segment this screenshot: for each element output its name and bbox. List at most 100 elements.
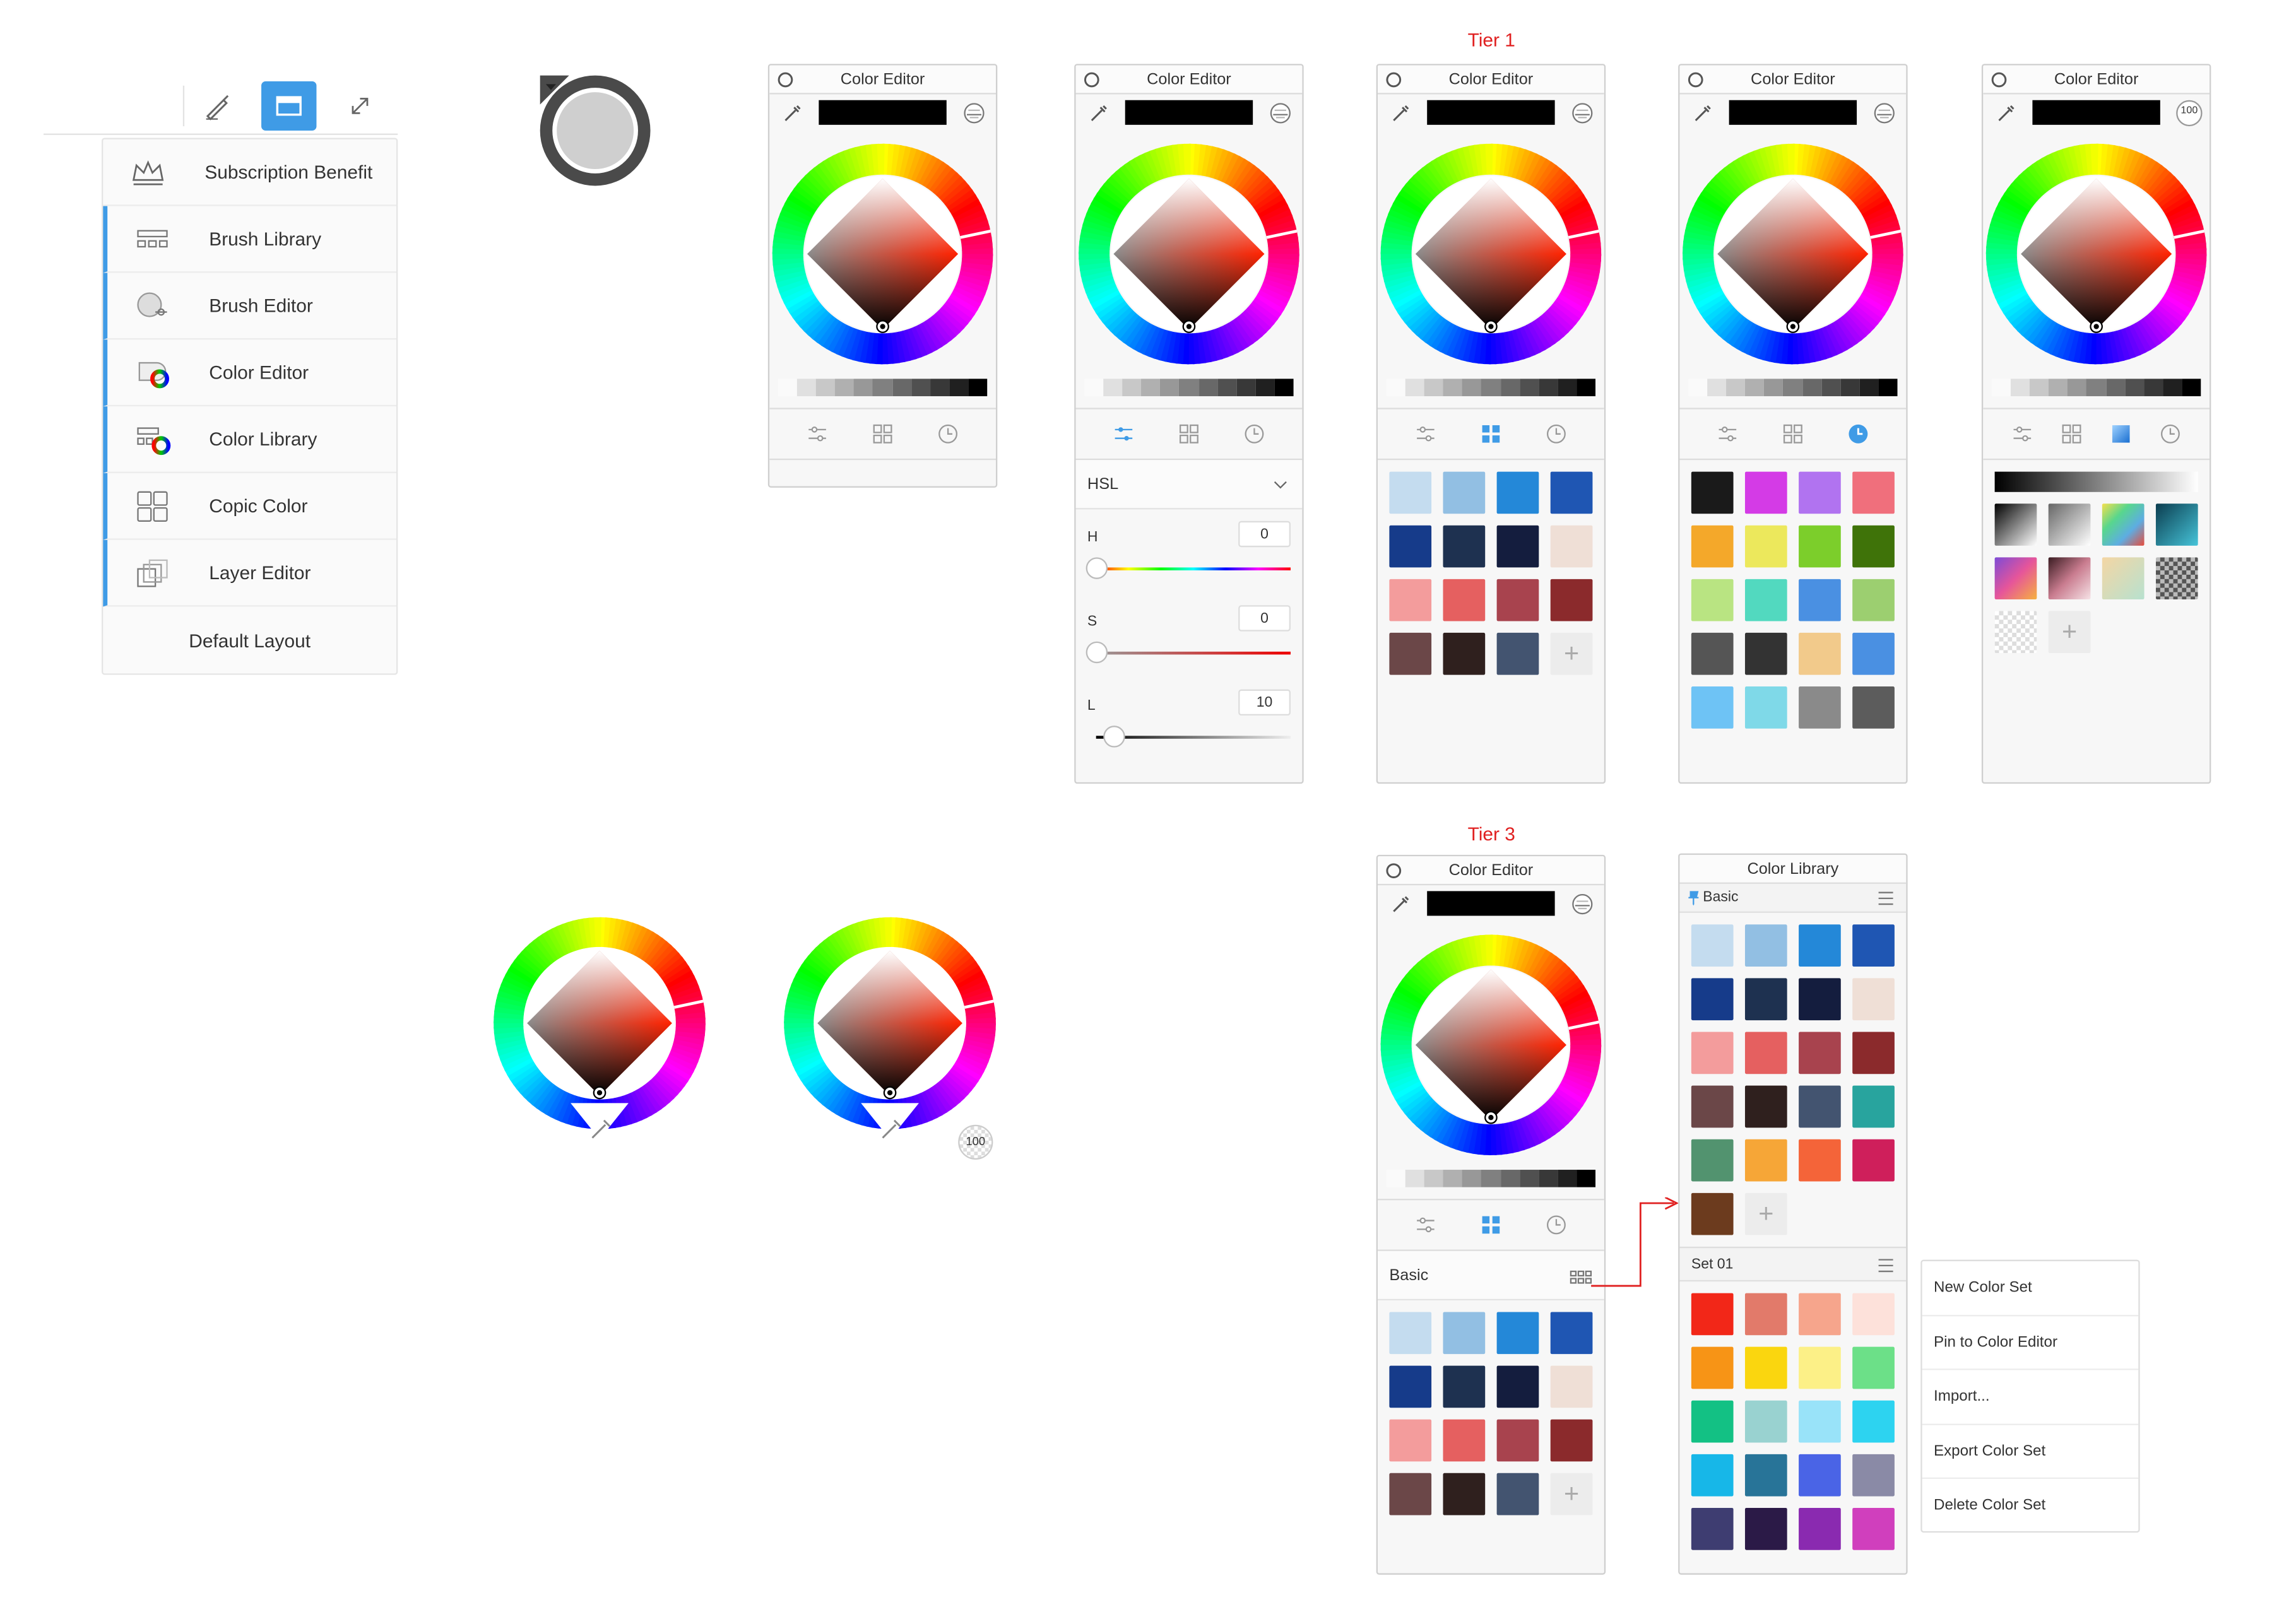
gradient-swatch[interactable] (2048, 557, 2091, 600)
color-wheel[interactable] (769, 132, 996, 375)
gray-swatch[interactable] (2163, 379, 2182, 396)
gray-swatch[interactable] (1538, 1170, 1558, 1187)
color-swatch[interactable] (1799, 579, 1841, 621)
gray-swatch[interactable] (1405, 1170, 1425, 1187)
gray-swatch[interactable] (1500, 1170, 1520, 1187)
color-swatch[interactable] (1744, 1346, 1787, 1389)
color-swatch[interactable] (1496, 579, 1539, 621)
color-set-selector[interactable]: Basic (1377, 1250, 1604, 1301)
eyedropper-icon[interactable] (1391, 894, 1411, 914)
gray-swatch[interactable] (2030, 379, 2049, 396)
color-swatch[interactable] (1744, 924, 1787, 967)
export-color-set-item[interactable]: Export Color Set (1922, 1425, 2139, 1480)
gray-swatch[interactable] (1274, 379, 1294, 396)
color-swatch[interactable] (1744, 1508, 1787, 1550)
gray-swatch[interactable] (1386, 379, 1405, 396)
hue-ring-svg[interactable] (781, 914, 999, 1132)
color-swatch[interactable] (1799, 924, 1841, 967)
hue-knob[interactable] (1086, 557, 1108, 579)
color-swatch[interactable] (1852, 1085, 1895, 1128)
lightness-value-field[interactable]: 10 (1238, 689, 1291, 716)
color-swatch[interactable] (1691, 924, 1734, 967)
color-swatch[interactable] (1691, 1192, 1734, 1235)
gray-swatch[interactable] (2182, 379, 2201, 396)
hue-ring-svg[interactable] (491, 914, 709, 1132)
gray-swatch[interactable] (816, 379, 836, 396)
gradient-preview-bar[interactable] (1994, 471, 2198, 492)
color-mode-toggle-icon[interactable] (1571, 102, 1594, 125)
add-gradient-button[interactable]: + (2048, 611, 2091, 654)
eyedropper-icon[interactable] (1391, 103, 1411, 123)
color-swatch[interactable] (1496, 471, 1539, 514)
add-color-button[interactable]: + (1550, 632, 1593, 675)
new-color-set-item[interactable]: New Color Set (1922, 1261, 2139, 1316)
grayscale-strip[interactable] (1386, 1167, 1596, 1190)
gray-swatch[interactable] (2105, 379, 2125, 396)
color-swatch[interactable] (1691, 525, 1734, 568)
color-swatch[interactable] (1799, 632, 1841, 675)
color-swatch[interactable] (1691, 471, 1734, 514)
gray-swatch[interactable] (1103, 379, 1123, 396)
color-swatch[interactable] (1496, 1473, 1539, 1515)
color-swatch[interactable] (1799, 1139, 1841, 1182)
opacity-badge[interactable]: 100 (2176, 100, 2203, 127)
menu-item-brush-library[interactable]: Brush Library (103, 206, 396, 273)
panel-handle-icon[interactable] (1991, 71, 2008, 89)
color-mode-toggle-icon[interactable] (1571, 893, 1594, 916)
current-color-swatch[interactable] (1729, 100, 1857, 125)
color-model-select[interactable]: HSL (1075, 460, 1303, 510)
color-swatch[interactable] (1799, 1032, 1841, 1074)
gray-swatch[interactable] (2143, 379, 2163, 396)
gradient-swatch[interactable] (1994, 611, 2037, 654)
color-swatch[interactable] (1550, 1312, 1593, 1355)
saturation-knob[interactable] (1086, 641, 1108, 664)
history-tab-icon[interactable] (1545, 1213, 1568, 1237)
color-swatch[interactable] (1389, 1419, 1432, 1462)
color-puck-button[interactable] (537, 73, 653, 189)
grayscale-strip[interactable] (1386, 376, 1596, 399)
color-swatch[interactable] (1852, 1346, 1895, 1389)
gradient-swatch[interactable] (2102, 503, 2145, 546)
color-swatch[interactable] (1852, 525, 1895, 568)
gray-swatch[interactable] (930, 379, 950, 396)
gray-swatch[interactable] (2068, 379, 2087, 396)
gradient-swatch[interactable] (1994, 503, 2037, 546)
grayscale-strip[interactable] (1992, 376, 2201, 399)
color-swatch[interactable] (1799, 525, 1841, 568)
pin-to-color-editor-item[interactable]: Pin to Color Editor (1922, 1315, 2139, 1370)
color-swatch[interactable] (1744, 686, 1787, 729)
menu-item-layer-editor[interactable]: Layer Editor (103, 539, 396, 607)
hue-ring-svg[interactable] (1983, 132, 2210, 375)
gray-swatch[interactable] (1236, 379, 1256, 396)
sliders-tab-icon[interactable] (805, 422, 829, 445)
history-tab-icon[interactable] (937, 422, 960, 445)
gray-swatch[interactable] (1726, 379, 1746, 396)
gray-swatch[interactable] (1783, 379, 1802, 396)
color-swatch[interactable] (1744, 978, 1787, 1021)
color-swatch[interactable] (1496, 1312, 1539, 1355)
gray-swatch[interactable] (1443, 1170, 1463, 1187)
gray-swatch[interactable] (854, 379, 873, 396)
gray-swatch[interactable] (1424, 1170, 1444, 1187)
hue-value-field[interactable]: 0 (1238, 521, 1291, 548)
color-swatch[interactable] (1496, 1365, 1539, 1408)
swatches-tab-icon[interactable] (2060, 422, 2083, 445)
eyedropper-tab[interactable] (861, 1103, 920, 1168)
gray-swatch[interactable] (1557, 379, 1577, 396)
color-swatch[interactable] (1496, 632, 1539, 675)
color-swatch[interactable] (1443, 1473, 1486, 1515)
gray-swatch[interactable] (1405, 379, 1425, 396)
color-swatch[interactable] (1691, 1400, 1734, 1443)
gray-swatch[interactable] (1764, 379, 1784, 396)
gray-swatch[interactable] (2011, 379, 2030, 396)
color-swatch[interactable] (1744, 632, 1787, 675)
basic-set-header[interactable]: Basic (1679, 883, 1907, 913)
gray-swatch[interactable] (1538, 379, 1558, 396)
gray-swatch[interactable] (1084, 379, 1104, 396)
eyedropper-icon[interactable] (783, 103, 803, 123)
gray-swatch[interactable] (1576, 1170, 1596, 1187)
panels-toggle-button[interactable] (261, 81, 317, 131)
gray-swatch[interactable] (778, 379, 798, 396)
color-swatch[interactable] (1799, 1085, 1841, 1128)
default-layout-button[interactable]: Default Layout (103, 607, 396, 674)
